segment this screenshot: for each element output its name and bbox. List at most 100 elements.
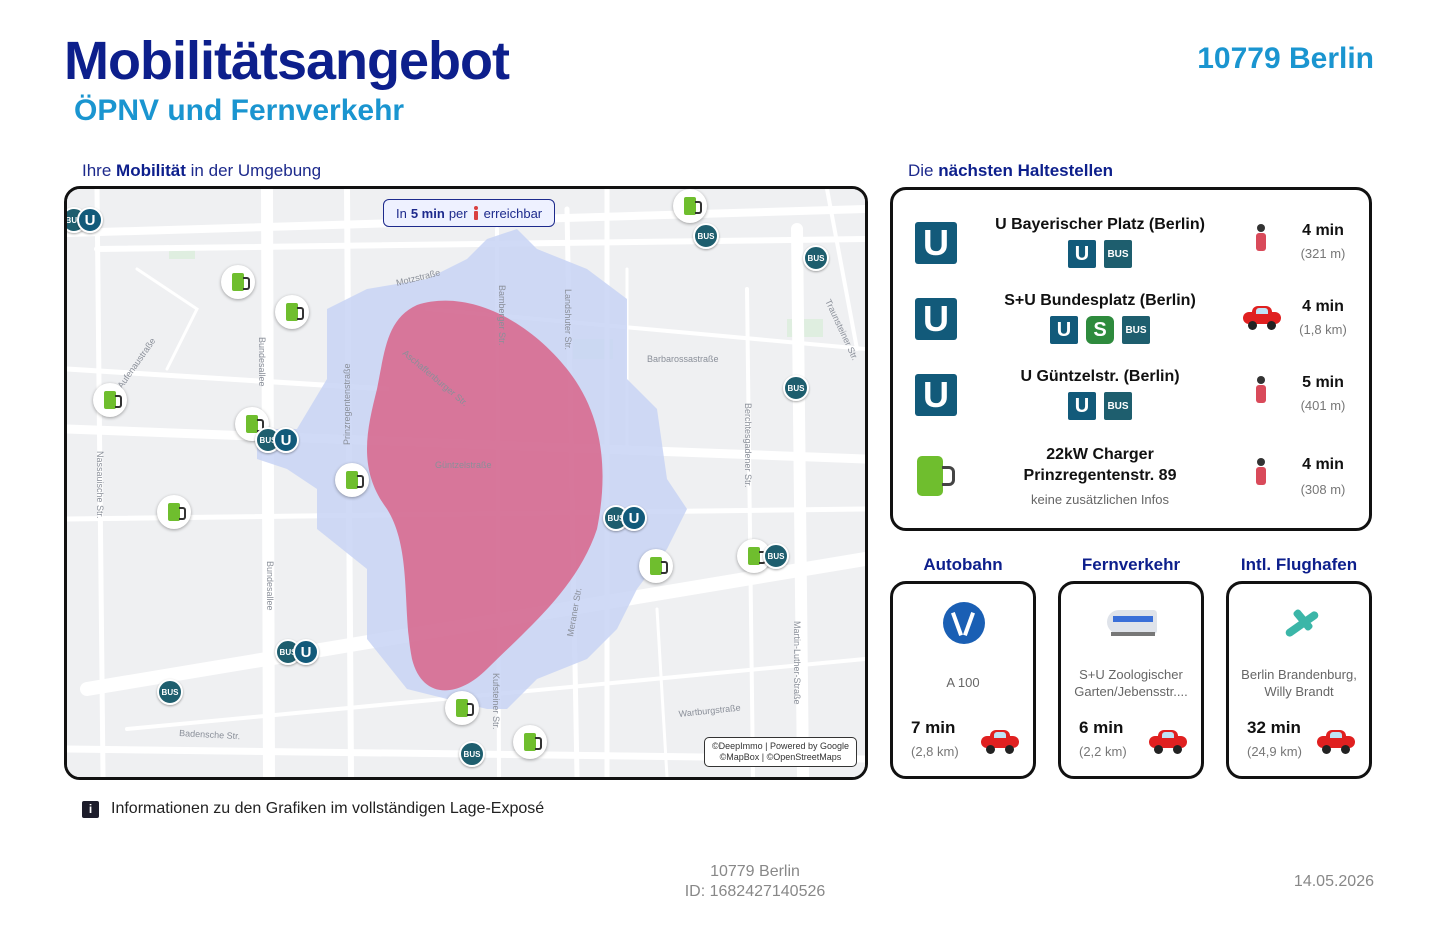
stop-lines: U S BUS [989,316,1211,344]
stop-time: 4 min [1302,298,1344,315]
highway-icon [943,602,985,644]
u-bahn-icon: U [915,298,957,340]
card-label-autobahn: Autobahn [923,555,1003,574]
card-time: 32 min [1247,718,1301,737]
u-line-icon: U [1068,240,1096,268]
stop-time: 4 min [1302,222,1344,239]
page-subtitle: ÖPNV und Fernverkehr [74,94,405,127]
walking-person-icon [472,206,480,220]
card-distance: (2,8 km) [911,744,959,759]
bus-stop-pin-icon[interactable]: BUS [693,223,719,249]
stop-info: keine zusätzlichen Infos [1030,492,1170,507]
card-description: S+U Zoologischer Garten/Jebensstr.... [1074,667,1188,699]
bus-stop-pin-icon[interactable]: BUS [763,543,789,569]
autobahn-card[interactable]: A 100 7 min (2,8 km) [890,581,1036,779]
location-label: 10779 Berlin [1197,42,1374,75]
car-icon [1317,730,1355,754]
card-time: 6 min [1079,718,1124,737]
card-time: 7 min [911,718,956,737]
car-icon [1149,730,1187,754]
u-bahn-pin-icon[interactable]: U [293,639,319,665]
charger-pin-icon[interactable] [335,463,369,497]
car-icon [981,730,1019,754]
fernverkehr-card[interactable]: S+U Zoologischer Garten/Jebensstr.... 6 … [1058,581,1204,779]
u-line-icon: U [1068,392,1096,420]
card-label-fernverkehr: Fernverkehr [1081,555,1181,574]
footer-date: 14.05.2026 [1293,873,1374,890]
stop-distance: (321 m) [1300,246,1346,261]
stop-lines: U BUS [989,392,1211,420]
card-description: A 100 [946,675,980,690]
stop-distance: (1,8 km) [1299,322,1347,337]
card-distance: (24,9 km) [1247,744,1302,759]
stop-row[interactable]: 22kW Charger Prinzregentenstr. 89 keine … [893,436,1369,516]
bus-line-icon: BUS [1122,316,1150,344]
walking-icon [1253,458,1269,486]
charger-pin-icon[interactable] [639,549,673,583]
stop-time: 5 min [1302,374,1344,391]
charger-pin-icon[interactable] [221,265,255,299]
page-title: Mobilitätsangebot [64,31,510,91]
car-icon [1243,306,1281,330]
bus-stop-pin-icon[interactable]: BUS [157,679,183,705]
flughafen-card[interactable]: Berlin Brandenburg, Willy Brandt 32 min … [1226,581,1372,779]
reachability-badge: In 5 min per erreichbar [383,199,556,227]
bus-line-icon: BUS [1104,392,1132,420]
stop-lines: U BUS [989,240,1211,268]
info-icon: i [82,800,99,818]
street-label: Güntzelstraße [435,460,492,470]
u-bahn-icon: U [915,374,957,416]
street-label: Bamberger Str. [497,285,507,346]
stop-distance: (308 m) [1300,482,1346,497]
bus-stop-pin-icon[interactable]: BUS [459,741,485,767]
charger-pin-icon[interactable] [673,189,707,223]
stop-distance: (401 m) [1300,398,1346,413]
charger-pin-icon[interactable] [445,691,479,725]
stop-row[interactable]: U S+U Bundesplatz (Berlin) U S BUS 4 min… [893,280,1369,356]
street-label: Bundesallee [265,561,275,611]
street-label: Kufsteiner Str. [491,673,501,730]
stop-name: 22kW Charger Prinzregentenstr. 89 [1023,446,1177,484]
s-line-icon: S [1086,316,1114,344]
mobility-map[interactable]: Motzstraße Barbarossastraße Aschaffenbur… [64,186,868,780]
street-label: Bundesallee [257,337,267,387]
street-label: Barbarossastraße [647,354,719,364]
walking-icon [1253,224,1269,252]
street-label: Landshuter Str. [563,289,573,350]
footer-id: 10779 Berlin ID: 1682427140526 [684,863,826,900]
map-section-label: Ihre Mobilität in der Umgebung [82,161,322,180]
train-icon [1107,604,1157,640]
map-canvas: Motzstraße Barbarossastraße Aschaffenbur… [67,189,865,777]
card-description: Berlin Brandenburg, Willy Brandt [1241,667,1357,699]
stop-row[interactable]: U U Güntzelstr. (Berlin) U BUS 5 min (40… [893,356,1369,432]
charger-pin-icon[interactable] [157,495,191,529]
stop-name: U Güntzelstr. (Berlin) [1020,368,1180,385]
u-bahn-pin-icon[interactable]: U [273,427,299,453]
charger-icon [917,456,955,496]
info-note: i Informationen zu den Grafiken im volls… [82,800,544,818]
u-bahn-pin-icon[interactable]: U [621,505,647,531]
airplane-icon [1279,602,1323,646]
charger-pin-icon[interactable] [93,383,127,417]
card-distance: (2,2 km) [1079,744,1127,759]
nearest-stops-panel: U U Bayerischer Platz (Berlin) U BUS 4 m… [890,187,1372,531]
charger-pin-icon[interactable] [275,295,309,329]
u-line-icon: U [1050,316,1078,344]
bus-stop-pin-icon[interactable]: BUS [803,245,829,271]
u-bahn-icon: U [915,222,957,264]
stop-row[interactable]: U U Bayerischer Platz (Berlin) U BUS 4 m… [893,204,1369,280]
map-attribution: ©DeepImmo | Powered by Google ©MapBox | … [703,737,857,767]
stop-time: 4 min [1302,456,1344,473]
street-label: Martin-Luther-Straße [792,621,802,705]
bus-stop-pin-icon[interactable]: BUS [783,375,809,401]
street-label: Berchtesgadener Str. [743,403,753,488]
street-label: Nassauische Str. [95,451,105,519]
stop-name: U Bayerischer Platz (Berlin) [995,216,1205,233]
walking-icon [1253,376,1269,404]
u-bahn-pin-icon[interactable]: U [77,207,103,233]
stop-name: S+U Bundesplatz (Berlin) [1004,292,1196,309]
charger-pin-icon[interactable] [513,725,547,759]
bus-line-icon: BUS [1104,240,1132,268]
card-label-flughafen: Intl. Flughafen [1240,555,1358,574]
street-label: Prinzregentenstraße [342,363,352,445]
